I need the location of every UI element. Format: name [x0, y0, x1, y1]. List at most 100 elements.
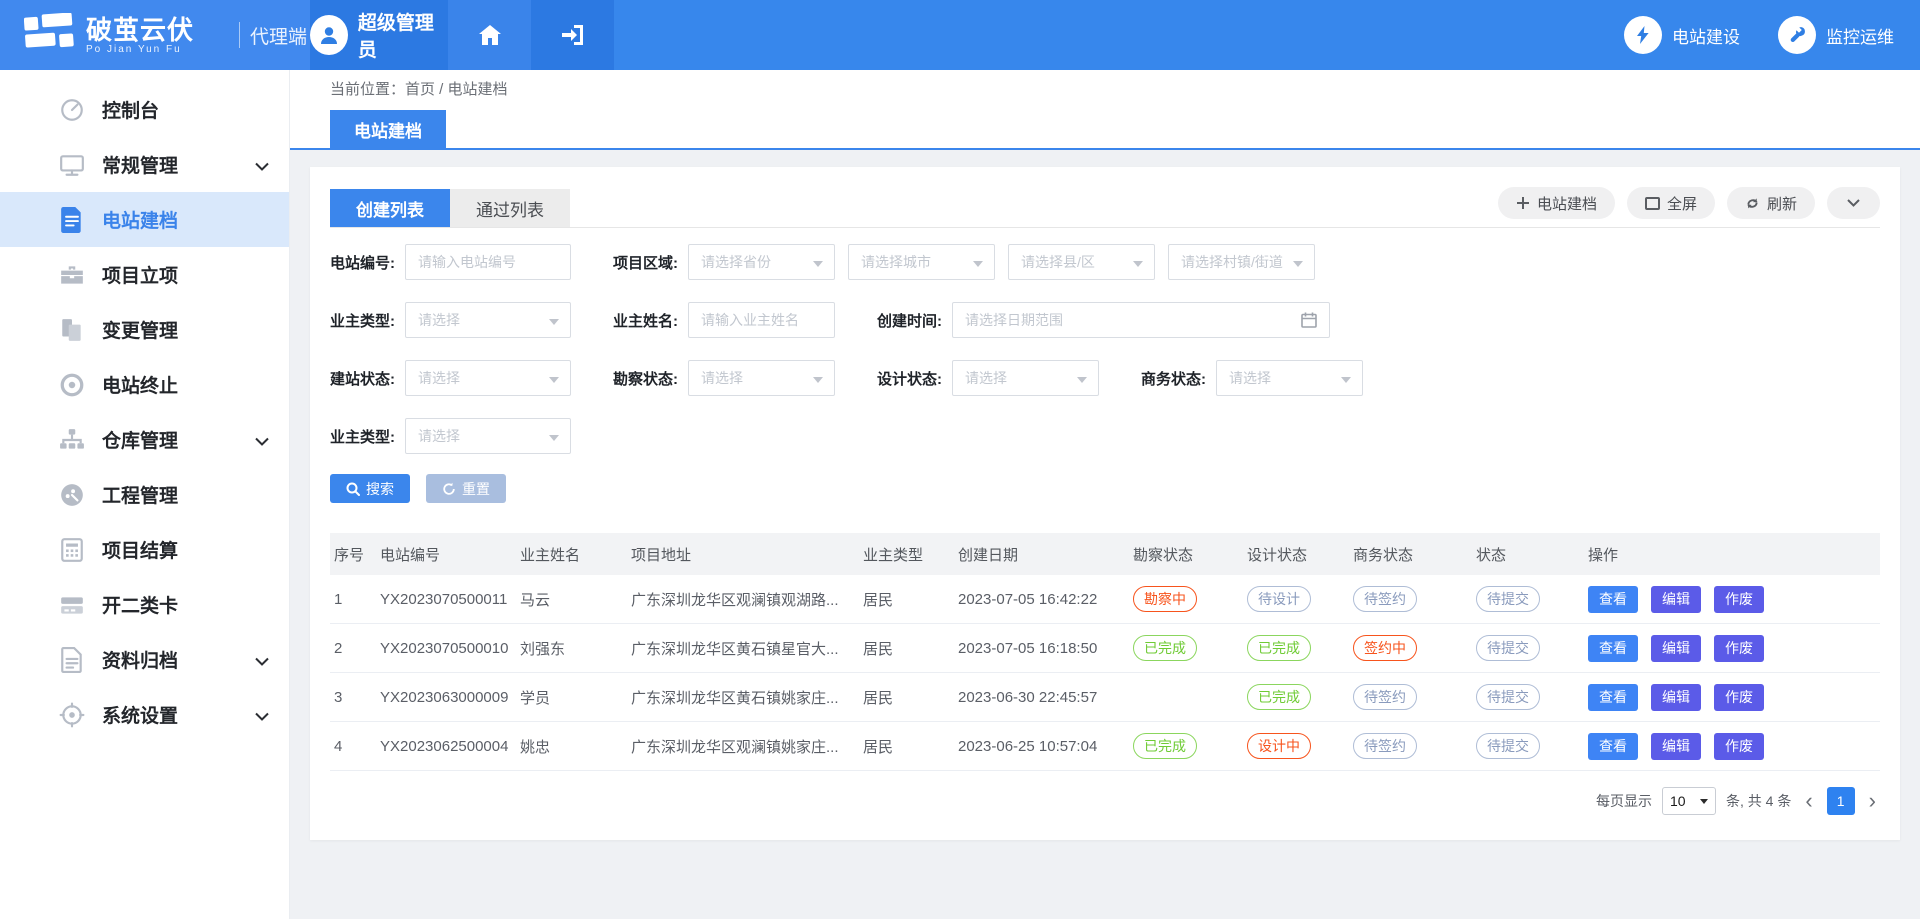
next-page-button[interactable]: ›: [1865, 791, 1880, 811]
tab-passed-list[interactable]: 通过列表: [450, 189, 570, 227]
gauge-icon: [58, 482, 86, 508]
station-code-input[interactable]: [405, 244, 571, 280]
logout-button[interactable]: [531, 0, 614, 70]
chevron-down-icon: [255, 653, 269, 671]
status-badge: 待签约: [1353, 684, 1417, 710]
status-badge: 待提交: [1476, 733, 1540, 759]
reset-button[interactable]: 重置: [426, 474, 506, 503]
survey-status-label: 勘察状态:: [613, 368, 678, 389]
card-icon: [58, 592, 86, 618]
search-button[interactable]: 搜索: [330, 474, 410, 503]
tab-create-list[interactable]: 创建列表: [330, 189, 450, 227]
dashboard-icon: [58, 97, 86, 123]
owner-type-label: 业主类型:: [330, 310, 395, 331]
home-button[interactable]: [448, 0, 531, 70]
build-status-select[interactable]: 请选择: [405, 360, 571, 396]
logo: 破茧云伏 Po Jian Yun Fu: [0, 0, 237, 70]
sidebar: 控制台 常规管理 电站建档 项目立项: [0, 70, 290, 919]
per-page-select[interactable]: 10: [1662, 787, 1716, 815]
edit-button[interactable]: 编辑: [1651, 733, 1701, 760]
table-row: 4 YX2023062500004 姚忠 广东深圳龙华区观澜镇姚家庄... 居民…: [330, 722, 1880, 771]
void-button[interactable]: 作废: [1714, 586, 1764, 613]
fullscreen-icon: [1645, 197, 1660, 210]
nav-station-build[interactable]: 电站建设: [1624, 16, 1740, 54]
sidebar-item-dashboard[interactable]: 控制台: [0, 82, 289, 137]
status-badge: 已完成: [1247, 635, 1311, 661]
city-select[interactable]: 请选择城市: [848, 244, 995, 280]
search-icon: [346, 482, 360, 496]
copy-icon: [58, 317, 86, 343]
sidebar-item-change-mgmt[interactable]: 变更管理: [0, 302, 289, 357]
chevron-down-icon: [1700, 799, 1708, 804]
status-badge: 签约中: [1353, 635, 1417, 661]
view-button[interactable]: 查看: [1588, 684, 1638, 711]
status-badge: 勘察中: [1133, 586, 1197, 612]
chevron-down-icon: [1293, 261, 1303, 267]
sidebar-item-open-class2-card[interactable]: 开二类卡: [0, 577, 289, 632]
lightning-icon: [1633, 25, 1653, 45]
void-button[interactable]: 作废: [1714, 635, 1764, 662]
date-range-input[interactable]: [952, 302, 1330, 338]
sidebar-item-station-filing[interactable]: 电站建档: [0, 192, 289, 247]
owner-type2-select[interactable]: 请选择: [405, 418, 571, 454]
view-button[interactable]: 查看: [1588, 586, 1638, 613]
edit-button[interactable]: 编辑: [1651, 684, 1701, 711]
void-button[interactable]: 作废: [1714, 733, 1764, 760]
logo-subtitle: Po Jian Yun Fu: [86, 44, 194, 55]
calculator-icon: [58, 537, 86, 563]
breadcrumb-bar: 当前位置：首页 / 电站建档 电站建档: [290, 70, 1920, 150]
create-station-button[interactable]: 电站建档: [1498, 187, 1615, 219]
content-card: 创建列表 通过列表 电站建档 全屏 刷新: [310, 167, 1900, 840]
nav-monitor-ops[interactable]: 监控运维: [1778, 16, 1894, 54]
design-status-select[interactable]: 请选择: [952, 360, 1099, 396]
business-status-select[interactable]: 请选择: [1216, 360, 1363, 396]
user-menu[interactable]: 超级管理员: [310, 0, 448, 70]
province-select[interactable]: 请选择省份: [688, 244, 835, 280]
void-button[interactable]: 作废: [1714, 684, 1764, 711]
survey-status-select[interactable]: 请选择: [688, 360, 835, 396]
per-page-prefix: 每页显示: [1596, 791, 1652, 811]
sidebar-item-project-initiation[interactable]: 项目立项: [0, 247, 289, 302]
edit-button[interactable]: 编辑: [1651, 635, 1701, 662]
chevron-down-icon: [549, 377, 559, 383]
refresh-button[interactable]: 刷新: [1727, 187, 1815, 219]
sidebar-item-data-archive[interactable]: 资料归档: [0, 632, 289, 687]
chevron-down-icon: [973, 261, 983, 267]
prev-page-button[interactable]: ‹: [1801, 791, 1816, 811]
user-icon: [317, 23, 341, 47]
business-status-label: 商务状态:: [1141, 368, 1206, 389]
sidebar-item-project-settlement[interactable]: 项目结算: [0, 522, 289, 577]
portal-label: 代理端: [237, 0, 310, 70]
view-button[interactable]: 查看: [1588, 733, 1638, 760]
chevron-down-icon: [813, 261, 823, 267]
table-row: 1 YX2023070500011 马云 广东深圳龙华区观澜镇观湖路... 居民…: [330, 575, 1880, 624]
edit-button[interactable]: 编辑: [1651, 586, 1701, 613]
filter-panel: 电站编号: 项目区域: 请选择省份 请选择城市 请选择县/区 请选择村镇/街道 …: [330, 244, 1880, 503]
reset-icon: [442, 482, 456, 496]
sidebar-item-engineering-mgmt[interactable]: 工程管理: [0, 467, 289, 522]
page-tab-station-filing[interactable]: 电站建档: [330, 110, 446, 148]
status-badge: 设计中: [1247, 733, 1311, 759]
sidebar-item-general-mgmt[interactable]: 常规管理: [0, 137, 289, 192]
status-badge: 待提交: [1476, 586, 1540, 612]
town-select[interactable]: 请选择村镇/街道: [1168, 244, 1315, 280]
monitor-icon: [58, 152, 86, 178]
pagination: 每页显示 10 条, 共 4 条 ‹ 1 ›: [330, 787, 1880, 815]
chevron-down-icon: [549, 435, 559, 441]
sidebar-item-warehouse-mgmt[interactable]: 仓库管理: [0, 412, 289, 467]
logout-icon: [561, 24, 585, 46]
logo-title: 破茧云伏: [86, 16, 194, 44]
sidebar-item-station-termination[interactable]: 电站终止: [0, 357, 289, 412]
sidebar-item-system-settings[interactable]: 系统设置: [0, 687, 289, 742]
view-button[interactable]: 查看: [1588, 635, 1638, 662]
toolbar: 电站建档 全屏 刷新: [1498, 187, 1880, 227]
collapse-button[interactable]: [1827, 187, 1880, 219]
fullscreen-button[interactable]: 全屏: [1627, 187, 1715, 219]
county-select[interactable]: 请选择县/区: [1008, 244, 1155, 280]
owner-name-input[interactable]: [688, 302, 835, 338]
status-badge: 待签约: [1353, 733, 1417, 759]
chevron-down-icon: [255, 433, 269, 451]
page-number-1[interactable]: 1: [1827, 787, 1855, 815]
owner-type-select[interactable]: 请选择: [405, 302, 571, 338]
home-icon: [478, 24, 502, 46]
